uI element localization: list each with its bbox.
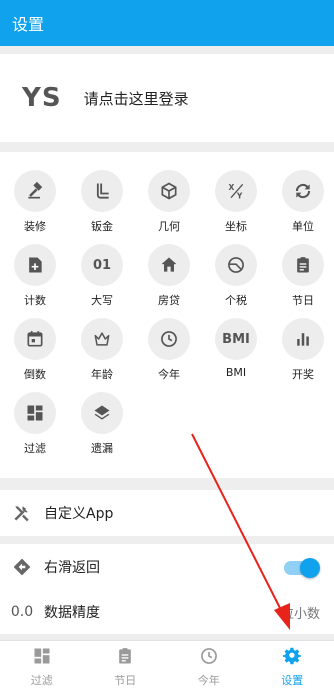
tool-label: 节日 bbox=[292, 294, 314, 307]
tool-dashboard[interactable]: 过滤 bbox=[7, 392, 63, 456]
tool-home[interactable]: 房贷 bbox=[141, 244, 197, 308]
tool-label: 个税 bbox=[225, 294, 247, 307]
diamond-arrow-icon bbox=[2, 557, 42, 577]
bmi-icon: BMI bbox=[215, 318, 257, 360]
home-icon bbox=[148, 244, 190, 286]
tool-digit[interactable]: 01 大写 bbox=[74, 244, 130, 308]
tool-crown[interactable]: 年龄 bbox=[74, 318, 130, 382]
custom-app-row[interactable]: 自定义App bbox=[0, 490, 334, 536]
tool-bmi[interactable]: BMI BMI bbox=[208, 318, 264, 379]
precision-icon: 0.0 bbox=[10, 604, 34, 620]
hammer-icon bbox=[14, 170, 56, 212]
gear-icon bbox=[282, 646, 302, 672]
tool-pipe[interactable]: 钣金 bbox=[74, 170, 130, 234]
app-logo: YS bbox=[22, 83, 62, 113]
tool-label: 计数 bbox=[24, 294, 46, 307]
custom-app-label: 自定义App bbox=[44, 506, 114, 522]
tool-hammer[interactable]: 装修 bbox=[7, 170, 63, 234]
tool-label: 今年 bbox=[158, 368, 180, 381]
calendar-icon bbox=[14, 318, 56, 360]
bottom-tab-bar: 过滤 节日 今年 设置 bbox=[0, 640, 334, 692]
digit-icon: 01 bbox=[81, 244, 123, 286]
tab-gear[interactable]: 设置 bbox=[251, 641, 334, 692]
tool-xy[interactable]: X Y 坐标 bbox=[208, 170, 264, 234]
layers-icon bbox=[81, 392, 123, 434]
clipboard-icon bbox=[115, 646, 135, 672]
login-card[interactable]: YS 请点击这里登录 bbox=[0, 54, 334, 142]
tool-clock[interactable]: 今年 bbox=[141, 318, 197, 382]
dashboard-icon bbox=[32, 646, 52, 672]
tab-label: 节日 bbox=[114, 673, 137, 687]
tool-label: 房贷 bbox=[158, 294, 180, 307]
swap-icon bbox=[282, 170, 324, 212]
svg-text:Y: Y bbox=[236, 192, 243, 201]
tool-label: 开奖 bbox=[292, 368, 314, 381]
tool-plus-box[interactable]: 计数 bbox=[7, 244, 63, 308]
tool-label: 装修 bbox=[24, 220, 46, 233]
tool-label: 倒数 bbox=[24, 368, 46, 381]
cube-icon bbox=[148, 170, 190, 212]
pie-icon bbox=[215, 244, 257, 286]
tab-dashboard[interactable]: 过滤 bbox=[0, 641, 84, 692]
tool-label: 遗漏 bbox=[91, 442, 113, 455]
tool-bar-chart[interactable]: 开奖 bbox=[275, 318, 331, 382]
precision-label: 数据精度 bbox=[44, 605, 100, 621]
tools-icon bbox=[2, 503, 42, 523]
tab-label: 设置 bbox=[281, 673, 304, 687]
tool-pie[interactable]: 个税 bbox=[208, 244, 264, 308]
clock-icon bbox=[148, 318, 190, 360]
precision-value[interactable]: 位小数 bbox=[281, 603, 320, 622]
app-bar: 设置 bbox=[0, 0, 334, 46]
crown-icon bbox=[81, 318, 123, 360]
plus-box-icon bbox=[14, 244, 56, 286]
clipboard-icon bbox=[282, 244, 324, 286]
tool-calendar[interactable]: 倒数 bbox=[7, 318, 63, 382]
tool-layers[interactable]: 遗漏 bbox=[74, 392, 130, 456]
tool-label: 钣金 bbox=[91, 220, 113, 233]
xy-icon: XY bbox=[215, 170, 257, 212]
toggle-knob bbox=[300, 558, 320, 578]
tab-label: 过滤 bbox=[30, 673, 53, 687]
login-prompt[interactable]: 请点击这里登录 bbox=[84, 88, 189, 109]
tool-cube[interactable]: 几何 bbox=[141, 170, 197, 234]
tool-label: 单位 bbox=[292, 220, 314, 233]
tool-label: 大写 bbox=[91, 294, 113, 307]
dashboard-icon bbox=[14, 392, 56, 434]
swipe-back-label: 右滑返回 bbox=[44, 560, 100, 576]
precision-row[interactable]: 0.0 数据精度 位小数 bbox=[0, 590, 334, 634]
tool-clipboard[interactable]: 节日 bbox=[275, 244, 331, 308]
swipe-back-toggle[interactable] bbox=[284, 558, 320, 578]
page-title: 设置 bbox=[12, 15, 45, 34]
tool-label: 几何 bbox=[158, 220, 180, 233]
tab-clipboard[interactable]: 节日 bbox=[84, 641, 168, 692]
svg-text:X: X bbox=[229, 183, 235, 192]
pipe-icon bbox=[81, 170, 123, 212]
clock-icon bbox=[199, 646, 219, 672]
tool-label: BMI bbox=[225, 366, 247, 379]
tool-swap[interactable]: 单位 bbox=[275, 170, 331, 234]
tool-label: 过滤 bbox=[24, 442, 46, 455]
tab-label: 今年 bbox=[197, 673, 220, 687]
swipe-back-row[interactable]: 右滑返回 bbox=[0, 544, 334, 590]
bar-chart-icon bbox=[282, 318, 324, 360]
tab-clock[interactable]: 今年 bbox=[167, 641, 251, 692]
tool-label: 年龄 bbox=[91, 368, 113, 381]
tool-label: 坐标 bbox=[225, 220, 247, 233]
tools-grid: 装修 钣金 几何 X Y 坐标 单位计数 01 大写 房贷 个税 节日倒数 年龄 今年 BMI BMI 开奖过滤… bbox=[0, 152, 334, 478]
